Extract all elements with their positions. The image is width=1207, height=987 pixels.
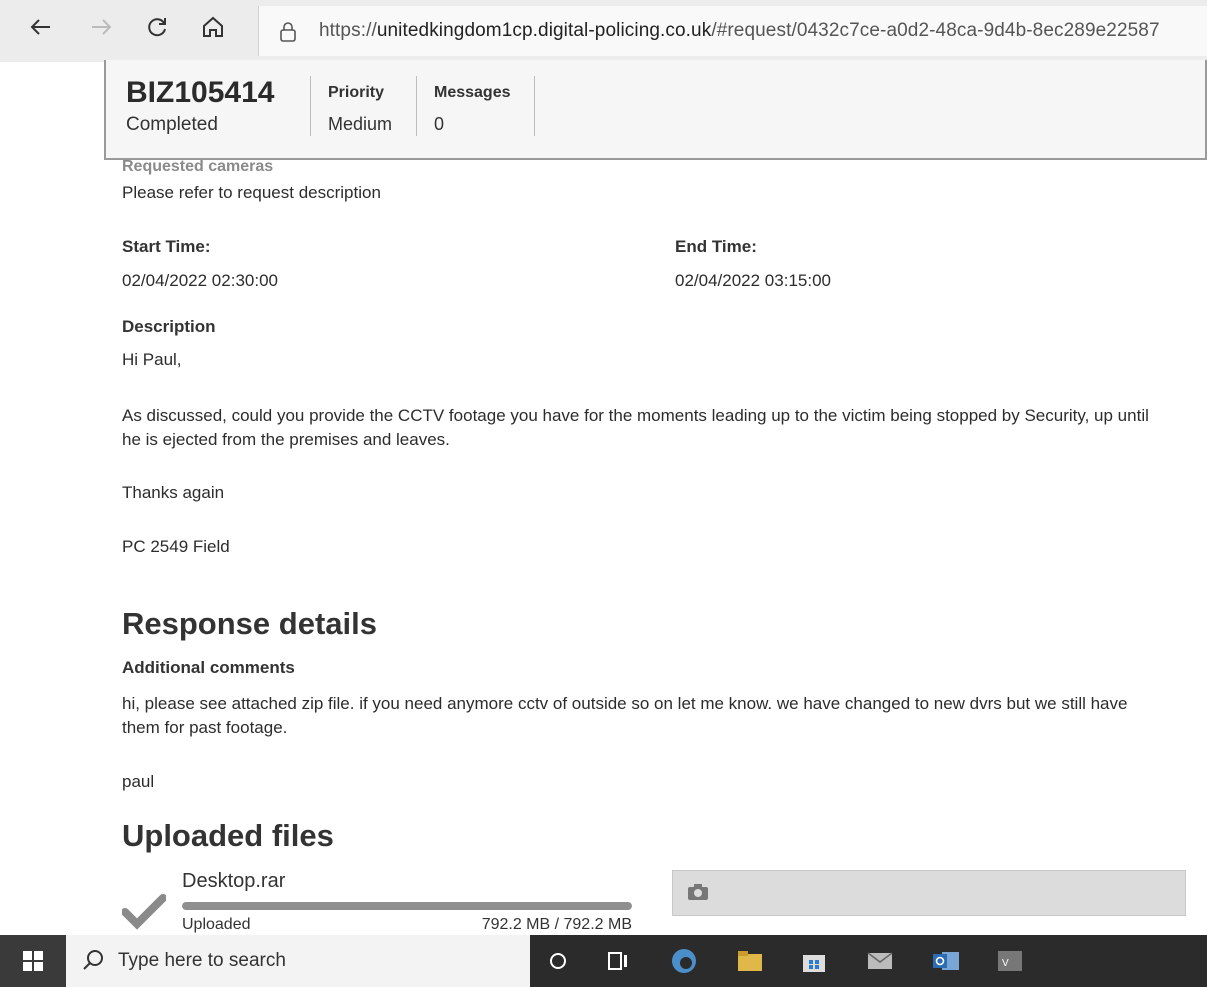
end-time-value: 02/04/2022 03:15:00 [675,271,831,290]
url-prefix: https:// [319,20,377,41]
mail-icon[interactable] [864,945,896,977]
svg-text:V: V [1002,958,1009,969]
address-bar[interactable]: https://unitedkingdom1cp.digital-policin… [258,6,1207,56]
description-thanks: Thanks again [122,483,225,502]
priority-value: Medium [328,114,393,134]
upload-progress-fill [182,902,632,910]
additional-comments-signature: paul [122,772,155,791]
taskbar-search[interactable]: Type here to search [66,935,530,987]
camera-icon [687,883,709,906]
request-id: BIZ105414 [126,76,275,109]
cortana-icon[interactable] [542,945,574,977]
outlook-icon[interactable] [930,945,962,977]
description-signature: PC 2549 Field [122,537,230,556]
url-text[interactable]: https://unitedkingdom1cp.digital-policin… [319,20,1160,42]
request-header: BIZ105414 Completed Priority Medium Mess… [104,60,1207,160]
file-size: 792.2 MB / 792.2 MB [481,916,632,933]
store-icon[interactable] [798,945,830,977]
windows-start-icon[interactable] [0,935,66,987]
start-time-value: 02/04/2022 02:30:00 [122,271,278,290]
divider [534,76,535,136]
additional-comments-label: Additional comments [122,658,295,677]
response-details-heading: Response details [122,606,377,641]
url-domain: unitedkingdom1cp.digital-policing.co.uk [376,20,712,41]
search-icon [82,949,104,976]
forward-arrow-icon[interactable] [84,10,118,44]
divider [310,76,311,136]
divider [416,76,417,136]
edge-icon[interactable] [668,945,700,977]
messages-label: Messages [434,84,511,101]
checkmark-icon [121,894,167,935]
messages-value: 0 [434,114,445,134]
home-icon[interactable] [196,10,230,44]
requested-cameras-value: Please refer to request description [122,183,381,202]
browser-toolbar: https://unitedkingdom1cp.digital-policin… [0,0,1207,62]
start-time-label: Start Time: [122,237,211,256]
priority-label: Priority [328,84,385,101]
additional-comments-body: hi, please see attached zip file. if you… [122,694,1128,737]
description-greeting: Hi Paul, [122,350,182,369]
end-time-label: End Time: [675,237,757,256]
request-status: Completed [126,114,218,135]
requested-cameras-label: Requested cameras [122,158,274,175]
app-icon[interactable]: V [994,945,1026,977]
description-body: As discussed, could you provide the CCTV… [122,406,1149,449]
reload-icon[interactable] [140,10,174,44]
file-preview[interactable] [672,870,1186,916]
file-name[interactable]: Desktop.rar [182,870,285,893]
task-view-icon[interactable] [602,945,634,977]
lock-icon[interactable] [279,21,297,48]
url-path: /#request/0432c7ce-a0d2-48ca-9d4b-8ec289… [711,20,1160,41]
upload-progress-bar [182,902,632,910]
file-status: Uploaded [182,916,251,933]
uploaded-files-heading: Uploaded files [122,818,334,853]
search-placeholder: Type here to search [118,950,286,971]
description-label: Description [122,317,216,336]
uploaded-file-item[interactable]: Desktop.rar Uploaded 792.2 MB / 792.2 MB [121,866,642,936]
taskbar: Type here to search V [0,935,1207,987]
back-arrow-icon[interactable] [24,10,58,44]
file-explorer-icon[interactable] [734,945,766,977]
